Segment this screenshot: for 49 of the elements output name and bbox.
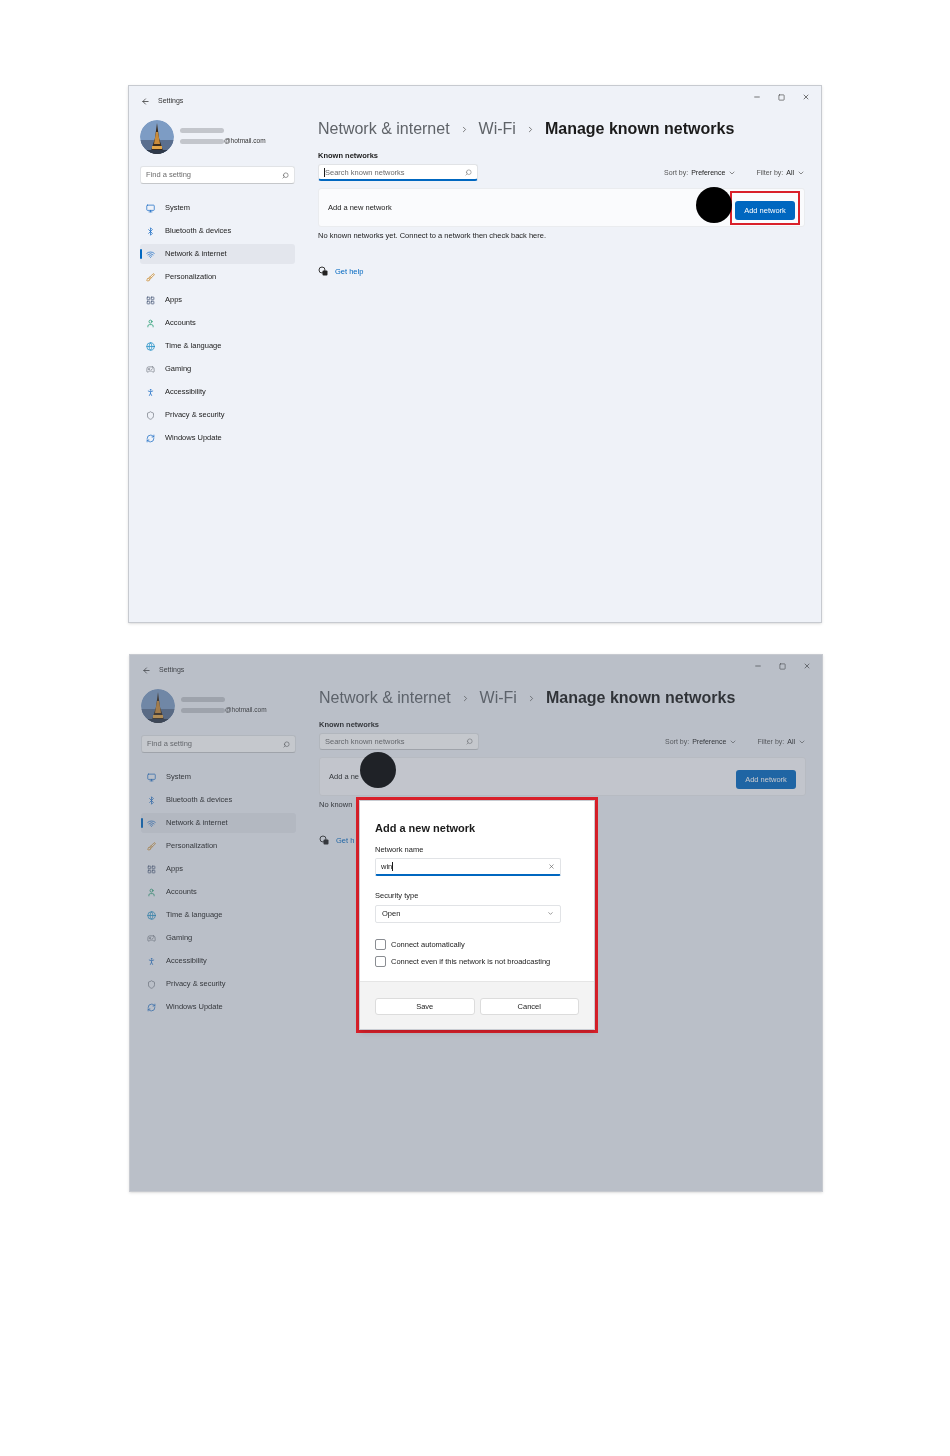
breadcrumb-item[interactable]: Wi-Fi xyxy=(478,121,516,137)
monitor-icon xyxy=(146,203,155,213)
search-icon xyxy=(466,738,473,746)
bluetooth-icon xyxy=(146,226,155,236)
chevron-icon xyxy=(547,910,554,917)
wifi-icon xyxy=(147,818,156,828)
accessibility-icon xyxy=(146,387,155,397)
maximize-icon[interactable] xyxy=(779,662,786,670)
checkbox[interactable] xyxy=(375,955,386,967)
breadcrumb-item[interactable]: Network & internet xyxy=(318,121,450,137)
update-icon xyxy=(146,433,155,443)
apps-grid-icon xyxy=(147,864,156,874)
search-icon xyxy=(465,168,472,176)
close-icon[interactable] xyxy=(802,93,810,101)
back-icon[interactable] xyxy=(142,665,151,675)
redacted-name xyxy=(181,697,225,703)
breadcrumb-item: Manage known networks xyxy=(545,690,736,706)
minimize-icon[interactable] xyxy=(753,93,761,101)
update-icon xyxy=(147,1002,156,1012)
minimize-icon[interactable] xyxy=(754,662,762,670)
gamepad-icon xyxy=(146,364,155,374)
person-icon xyxy=(146,318,155,328)
help-icon xyxy=(318,266,328,277)
apps-grid-icon xyxy=(146,295,155,305)
breadcrumb-item: Manage known networks xyxy=(544,121,735,137)
gamepad-icon xyxy=(147,933,156,943)
person-icon xyxy=(147,887,156,897)
clear-icon[interactable] xyxy=(548,863,555,871)
close-icon[interactable] xyxy=(803,662,811,670)
globe-icon xyxy=(147,910,156,920)
brush-icon xyxy=(146,272,155,282)
checkbox[interactable] xyxy=(375,938,386,950)
search-icon xyxy=(282,171,289,179)
dialog-title: Add a new network xyxy=(375,823,477,834)
redacted-email xyxy=(181,707,225,713)
wifi-icon xyxy=(146,249,155,259)
back-icon[interactable] xyxy=(141,96,150,106)
monitor-icon xyxy=(147,772,156,782)
shield-icon xyxy=(147,979,156,989)
redacted-name xyxy=(180,128,224,134)
maximize-icon[interactable] xyxy=(778,93,785,101)
help-icon xyxy=(319,835,329,846)
accessibility-icon xyxy=(147,956,156,966)
globe-icon xyxy=(146,341,155,351)
bluetooth-icon xyxy=(147,795,156,805)
redacted-email xyxy=(180,138,224,144)
search-icon xyxy=(283,740,290,748)
brush-icon xyxy=(147,841,156,851)
shield-icon xyxy=(146,410,155,420)
